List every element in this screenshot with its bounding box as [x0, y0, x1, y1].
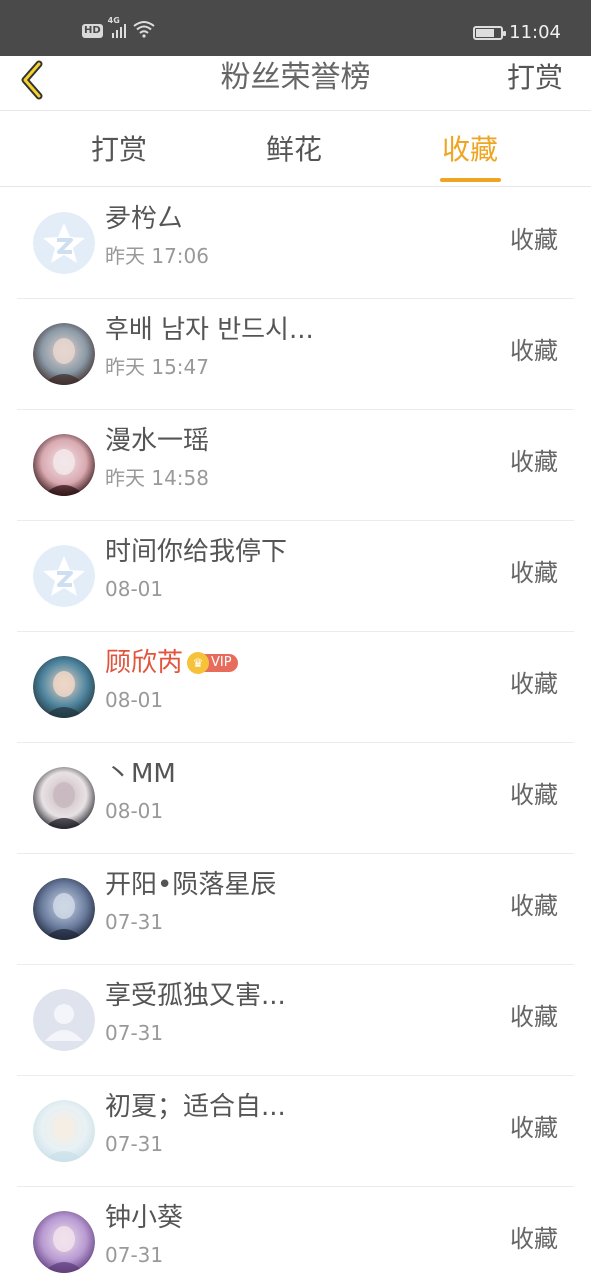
action-label: 收藏	[510, 892, 558, 920]
user-name-text: 夛枍厶	[105, 204, 184, 234]
user-name: 顾欣芮 ♛ VIP	[105, 646, 238, 680]
battery-level	[476, 28, 495, 37]
reward-button[interactable]: 打赏	[507, 58, 563, 98]
timestamp: 08-01	[105, 577, 164, 601]
list-item[interactable]: 享受孤独又害... 07-31 收藏	[17, 965, 574, 1076]
status-bar: HD 4G 11:04	[0, 0, 591, 56]
action-label: 收藏	[510, 1114, 558, 1142]
active-tab-indicator	[440, 178, 501, 182]
tab-reward[interactable]: 打赏	[91, 132, 147, 168]
user-name-text: 후배 남자 반드시...	[105, 315, 314, 345]
status-icons-left: HD 4G	[82, 16, 155, 38]
tab-flowers[interactable]: 鲜花	[266, 132, 322, 168]
timestamp: 昨天 14:58	[105, 466, 209, 490]
user-name-text: 顾欣芮	[105, 648, 184, 678]
action-label: 收藏	[510, 226, 558, 254]
battery-icon	[473, 25, 507, 40]
timestamp: 08-01	[105, 688, 164, 712]
user-name-text: 丶MM	[105, 759, 176, 789]
user-name-text: 钟小葵	[105, 1203, 184, 1233]
timestamp: 07-31	[105, 1243, 164, 1267]
list-item[interactable]: 初夏；适合自... 07-31 收藏	[17, 1076, 574, 1187]
avatar[interactable]	[33, 656, 95, 718]
wifi-icon	[133, 21, 155, 38]
status-icons-right: 11:04	[473, 22, 561, 43]
avatar[interactable]	[33, 878, 95, 940]
avatar[interactable]	[33, 767, 95, 829]
user-name: 후배 남자 반드시...	[105, 313, 314, 347]
user-name: 享受孤独又害...	[105, 979, 286, 1013]
user-name: 开阳•陨落星辰	[105, 868, 276, 902]
list-item[interactable]: 时间你给我停下 08-01 收藏	[17, 521, 574, 632]
timestamp: 08-01	[105, 799, 164, 823]
avatar[interactable]	[33, 989, 95, 1051]
action-label: 收藏	[510, 1225, 558, 1253]
list-item[interactable]: 钟小葵 07-31 收藏	[17, 1187, 574, 1280]
list-item[interactable]: 丶MM 08-01 收藏	[17, 743, 574, 854]
list-item[interactable]: 顾欣芮 ♛ VIP 08-01 收藏	[17, 632, 574, 743]
user-name: 时间你给我停下	[105, 535, 287, 569]
avatar[interactable]	[33, 1211, 95, 1273]
avatar[interactable]	[33, 323, 95, 385]
action-label: 收藏	[510, 448, 558, 476]
avatar[interactable]	[33, 212, 95, 274]
timestamp: 07-31	[105, 910, 164, 934]
nav-bar: 粉丝荣誉榜 打赏	[0, 56, 591, 111]
timestamp: 昨天 15:47	[105, 355, 209, 379]
user-name: 钟小葵	[105, 1201, 183, 1235]
timestamp: 07-31	[105, 1132, 164, 1156]
action-label: 收藏	[510, 781, 558, 809]
avatar[interactable]	[33, 434, 95, 496]
user-name-text: 初夏；适合自...	[105, 1092, 286, 1122]
crown-icon: ♛	[187, 652, 210, 674]
tab-bar: 打赏 鲜花 收藏	[0, 112, 591, 187]
avatar[interactable]	[33, 1100, 95, 1162]
user-name: 初夏；适合自...	[105, 1090, 286, 1124]
list-item[interactable]: 후배 남자 반드시... 昨天 15:47 收藏	[17, 299, 574, 410]
fan-list: 夛枍厶 昨天 17:06 收藏 후배 남자 반드시... 昨天 15:47 收藏 漫水一瑶昨…	[0, 188, 591, 1280]
action-label: 收藏	[510, 337, 558, 365]
action-label: 收藏	[510, 559, 558, 587]
page-title: 粉丝荣誉榜	[220, 60, 371, 95]
user-name-text: 享受孤独又害...	[105, 981, 286, 1011]
list-item[interactable]: 夛枍厶昨天 17:06 收藏	[17, 188, 574, 299]
action-label: 收藏	[510, 1003, 558, 1031]
hd-badge: HD	[82, 24, 103, 38]
user-name: 丶MM	[105, 757, 176, 791]
user-name-text: 漫水一瑶	[105, 426, 210, 456]
signal-icon: 4G	[108, 16, 128, 38]
user-name: 漫水一瑶	[105, 424, 209, 458]
vip-badge: ♛ VIP	[187, 652, 238, 674]
user-name: 夛枍厶	[105, 202, 183, 236]
timestamp: 07-31	[105, 1021, 164, 1045]
user-name-text: 时间你给我停下	[105, 537, 288, 567]
list-item[interactable]: 开阳•陨落星辰 07-31 收藏	[17, 854, 574, 965]
action-label: 收藏	[510, 670, 558, 698]
tab-favorites[interactable]: 收藏	[442, 132, 498, 168]
timestamp: 昨天 17:06	[105, 244, 209, 268]
avatar[interactable]	[33, 545, 95, 607]
clock: 11:04	[509, 22, 561, 43]
list-item[interactable]: 漫水一瑶昨天 14:58 收藏	[17, 410, 574, 521]
user-name-text: 开阳•陨落星辰	[105, 870, 277, 900]
